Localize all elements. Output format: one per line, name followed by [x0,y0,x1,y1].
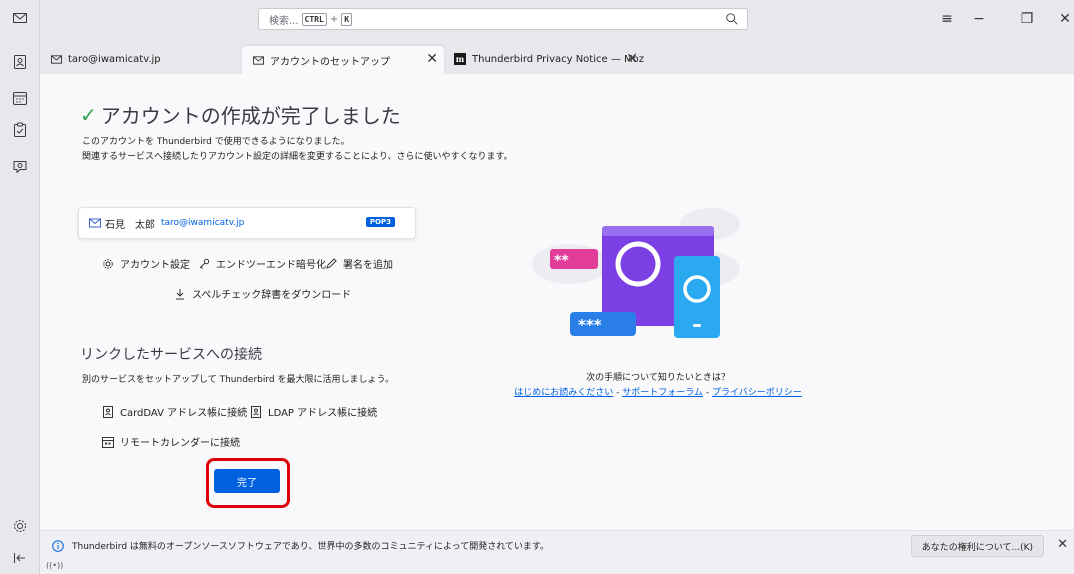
password-dots-1: ** [554,253,569,269]
download-icon [176,288,184,299]
title-bar: 検索... CTRL + K ≡ − ❐ ✕ [40,0,1074,40]
calendar-icon [102,436,114,448]
page-title: ✓ アカウントの作成が完了しました [80,100,401,129]
add-signature-button[interactable]: 署名を追加 [325,256,393,271]
calendar-label: リモートカレンダーに接続 [120,438,240,449]
connect-calendar-button[interactable]: リモートカレンダーに接続 [102,434,240,449]
address-book-icon [103,405,113,418]
linked-services-description: 別のサービスをセットアップして Thunderbird を最大限に活用しましょう… [82,375,394,385]
chat-icon[interactable] [8,154,32,178]
protocol-badge: POP3 [365,217,395,227]
link-separator: - [613,388,623,398]
minimize-button[interactable]: − [970,10,988,28]
settings-gear-icon[interactable] [8,514,32,538]
account-settings-label: アカウント設定 [120,260,190,271]
close-notification-icon[interactable]: ✕ [1057,537,1068,552]
account-name: 石見 太郎 [105,219,155,231]
key-icon [199,258,210,269]
address-book-icon [251,405,261,418]
account-settings-button[interactable]: アカウント設定 [102,256,190,271]
connect-ldap-button[interactable]: LDAP アドレス帳に接続 [250,404,377,419]
done-button[interactable]: 完了 [214,469,280,493]
spaces-toolbar [0,0,40,574]
tab-label: アカウントのセットアップ [270,56,390,68]
search-icon[interactable] [725,12,739,26]
mail-icon [252,54,264,66]
gear-icon [103,258,113,269]
carddav-label: CardDAV アドレス帳に接続 [120,408,248,419]
heading-text: アカウントの作成が完了しました [100,104,401,128]
notification-text: Thunderbird は無料のオープンソースソフトウェアであり、世界中の多数の… [72,542,550,552]
tasks-icon[interactable] [8,118,32,142]
linked-services-heading: リンクしたサービスへの接続 [80,347,262,363]
shortcut-plus: + [329,13,339,25]
pen-icon [326,257,337,269]
tab-inbox[interactable]: taro@iwamicatv.jp [40,46,240,72]
account-security-illustration: ** *** [532,208,740,338]
restore-button[interactable]: ❐ [1018,10,1036,28]
tab-bar: taro@iwamicatv.jp アカウントのセットアップ ✕ m Thund… [40,40,1074,74]
success-description: このアカウントを Thunderbird で使用できるようになりました。 [82,137,350,147]
e2e-label: エンドツーエンド暗号化 [216,260,326,271]
ldap-label: LDAP アドレス帳に接続 [268,408,378,419]
mail-space-icon[interactable] [8,6,32,30]
account-setup-content: ✓ アカウントの作成が完了しました このアカウントを Thunderbird で… [40,74,1074,530]
status-bar: ((•)) [40,560,1074,574]
next-steps-text: 次の手順について知りたいときは？ [586,373,730,383]
success-check-icon: ✓ [80,102,97,127]
know-your-rights-button[interactable]: あなたの権利について...(K) [910,535,1044,557]
global-search-input[interactable]: 検索... CTRL + K [258,8,748,30]
tab-privacy-notice[interactable]: m Thunderbird Privacy Notice — Moz ✕ [444,46,644,72]
account-mail-icon [89,218,101,228]
mozilla-icon: m [454,53,466,65]
support-forum-link[interactable]: サポートフォーラム [622,388,703,398]
online-status-icon[interactable]: ((•)) [46,561,63,570]
shortcut-key-ctrl: CTRL [301,12,327,26]
notification-bar: Thunderbird は無料のオープンソースソフトウェアであり、世界中の多数の… [40,530,1074,560]
mail-icon [50,53,62,65]
app-menu-icon[interactable]: ≡ [938,10,956,28]
info-icon [52,539,64,552]
address-book-icon[interactable] [8,50,32,74]
download-dictionary-button[interactable]: スペルチェック辞書をダウンロード [174,286,351,301]
link-separator: - [702,388,712,398]
privacy-policy-link[interactable]: プライバシーポリシー [712,388,802,398]
password-dots-2: *** [578,316,602,334]
close-tab-icon[interactable]: ✕ [426,51,438,67]
e2e-encryption-button[interactable]: エンドツーエンド暗号化 [198,256,326,271]
shortcut-key-k: K [341,12,353,26]
success-hint: 関連するサービスへ接続したりアカウント設定の詳細を変更することにより、さらに使い… [82,152,513,162]
connect-carddav-button[interactable]: CardDAV アドレス帳に接続 [102,404,247,419]
collapse-spaces-icon[interactable] [8,546,32,570]
tab-label: taro@iwamicatv.jp [68,53,161,65]
calendar-icon[interactable] [8,86,32,110]
account-card: 石見 太郎 taro@iwamicatv.jp POP3 [78,207,416,239]
close-tab-icon[interactable]: ✕ [626,51,638,67]
tab-label: Thunderbird Privacy Notice — Moz [472,53,645,65]
add-signature-label: 署名を追加 [343,260,393,271]
tab-account-setup[interactable]: アカウントのセットアップ ✕ [242,46,444,74]
account-email: taro@iwamicatv.jp [161,218,245,228]
close-window-button[interactable]: ✕ [1056,10,1074,28]
search-placeholder: 検索... [269,15,299,27]
help-links: はじめにお読みください - サポートフォーラム - プライバシーポリシー [508,385,808,398]
getting-started-link[interactable]: はじめにお読みください [514,388,613,398]
download-dictionary-label: スペルチェック辞書をダウンロード [192,290,352,301]
